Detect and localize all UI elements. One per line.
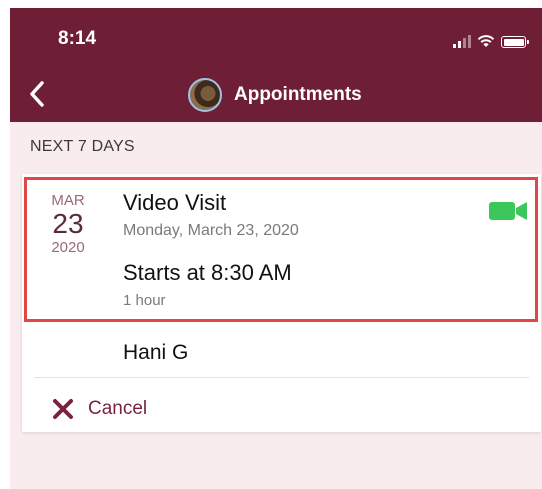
back-button[interactable] [24,80,50,108]
wifi-icon [477,35,495,47]
battery-icon [501,36,529,48]
section-heading: NEXT 7 DAYS [30,138,135,155]
page-title: Appointments [234,84,362,105]
app-header: 8:14 Appointments [10,8,542,122]
phone-screen: 8:14 Appointments NEXT 7 DAYS MAR 23 202… [10,8,542,489]
avatar[interactable] [188,78,222,112]
date-day: 23 [52,208,84,239]
close-icon [53,399,73,419]
divider [34,377,529,378]
date-month: MAR [51,192,85,209]
status-icons [453,32,529,48]
appointment-card[interactable]: MAR 23 2020 Video Visit Monday, March 23… [22,174,541,432]
provider-name: Hani G [123,341,189,364]
start-time: Starts at 8:30 AM [123,260,292,285]
visit-type: Video Visit [123,190,227,215]
visit-date: Monday, March 23, 2020 [123,222,299,239]
appointment-highlight [24,177,538,322]
date-year: 2020 [51,239,85,256]
cancel-label: Cancel [88,398,148,419]
nav-title-group: Appointments [188,78,362,112]
status-time: 8:14 [58,28,97,49]
chevron-left-icon [30,81,44,107]
duration: 1 hour [123,292,166,309]
video-camera-icon [489,202,527,220]
cancel-button[interactable]: Cancel [52,392,147,426]
date-block: MAR 23 2020 [38,192,98,256]
signal-icon [453,34,471,48]
